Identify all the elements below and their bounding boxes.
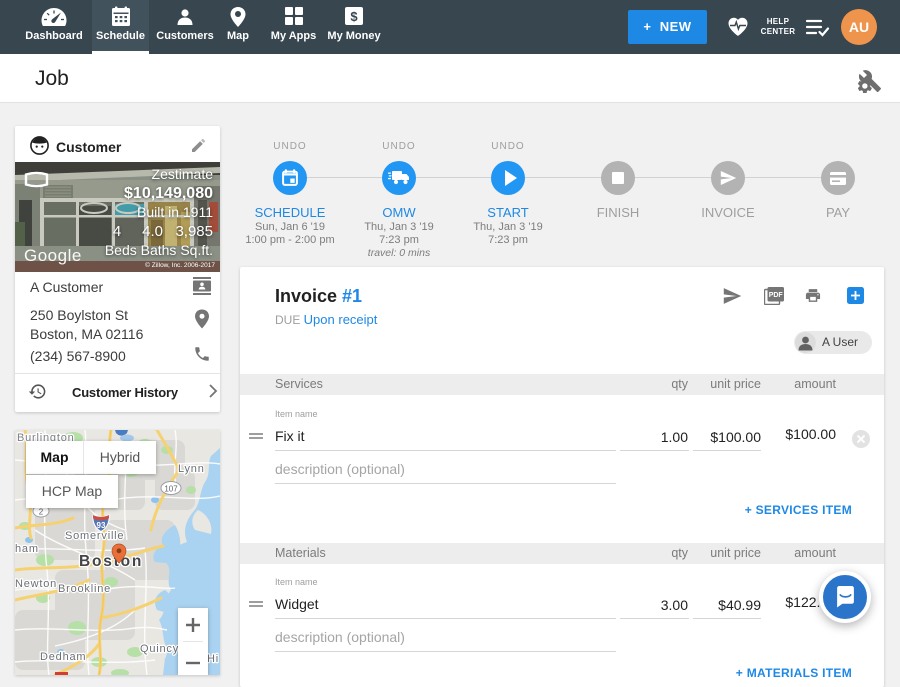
svg-text:Brookline: Brookline [58,583,111,595]
svg-text:Boston: Boston [79,553,143,570]
svg-text:Dedham: Dedham [40,651,86,663]
svg-text:Newton: Newton [15,578,57,590]
svg-text:Somerville: Somerville [65,530,124,542]
svg-text:Hi: Hi [207,653,219,665]
svg-text:107: 107 [164,485,178,494]
svg-text:Lynn: Lynn [178,463,205,475]
svg-text:ham: ham [15,543,39,555]
svg-text:93: 93 [97,521,106,530]
svg-text:PDF: PDF [769,292,784,299]
svg-text:$: $ [350,9,358,24]
svg-text:Quincy: Quincy [140,643,179,655]
svg-text:2: 2 [39,508,44,517]
